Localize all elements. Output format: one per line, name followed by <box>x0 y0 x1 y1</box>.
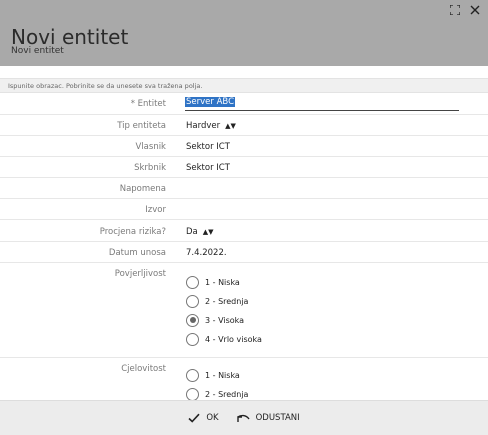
izvor-input[interactable] <box>186 205 456 217</box>
dialog-header: Novi entitet Novi entitet <box>0 0 488 66</box>
radio-label: 2 - Srednja <box>205 296 249 306</box>
tip-label: Tip entiteta <box>117 121 166 131</box>
tip-value: Hardver <box>186 121 221 131</box>
header-controls <box>449 4 480 18</box>
form-instructions: Ispunite obrazac. Pobrinite se da uneset… <box>0 78 488 93</box>
radio-label: 1 - Niska <box>205 370 240 380</box>
cancel-label: ODUSTANI <box>255 413 300 423</box>
field-row-vlasnik: Vlasnik Sektor ICT <box>0 136 488 157</box>
cjelovitost-label: Cjelovitost <box>121 364 166 374</box>
izvor-label: Izvor <box>145 205 166 215</box>
povjerljivost-option-2[interactable]: 2 - Srednja <box>186 294 248 308</box>
undo-icon <box>236 414 250 423</box>
field-row-skrbnik: Skrbnik Sektor ICT <box>0 157 488 178</box>
field-row-tip: Tip entiteta Hardver ▲▼ <box>0 115 488 136</box>
radio-label: 2 - Srednja <box>205 389 249 399</box>
field-row-napomena: Napomena <box>0 178 488 199</box>
napomena-input[interactable] <box>186 184 456 196</box>
field-row-izvor: Izvor <box>0 199 488 220</box>
tip-select[interactable]: Hardver ▲▼ <box>186 121 236 131</box>
procjena-value: Da <box>186 227 198 237</box>
procjena-label: Procjena rizika? <box>99 227 166 237</box>
ok-label: OK <box>206 413 219 423</box>
field-row-povjerljivost: Povjerljivost 1 - Niska 2 - Srednja 3 - … <box>0 263 488 358</box>
radio-circle-icon <box>186 332 199 346</box>
field-row-procjena: Procjena rizika? Da ▲▼ <box>0 220 488 242</box>
radio-checked-icon <box>186 313 199 327</box>
napomena-label: Napomena <box>119 184 166 194</box>
entitet-input[interactable]: Server ABC <box>185 95 459 111</box>
ok-button[interactable]: OK <box>188 413 219 423</box>
vlasnik-label: Vlasnik <box>135 142 167 152</box>
datum-label: Datum unosa <box>108 248 166 258</box>
radio-circle-icon <box>186 294 199 308</box>
checkmark-icon <box>188 413 200 423</box>
close-icon[interactable] <box>470 4 480 18</box>
select-arrows-icon: ▲▼ <box>202 228 214 236</box>
radio-circle-icon <box>186 275 199 289</box>
procjena-select[interactable]: Da ▲▼ <box>186 227 214 237</box>
field-row-cjelovitost: Cjelovitost 1 - Niska 2 - Srednja <box>0 358 488 400</box>
dialog-footer: OK ODUSTANI <box>0 400 488 435</box>
cjelovitost-option-1[interactable]: 1 - Niska <box>186 368 240 382</box>
field-row-datum: Datum unosa 7.4.2022. <box>0 242 488 263</box>
entity-form: * Entitet Server ABC Tip entiteta Hardve… <box>0 94 488 400</box>
skrbnik-label: Skrbnik <box>134 163 166 173</box>
entitet-value: Server ABC <box>185 97 236 107</box>
vlasnik-value[interactable]: Sektor ICT <box>186 142 230 152</box>
radio-label: 4 - Vrlo visoka <box>205 334 262 344</box>
select-arrows-icon: ▲▼ <box>225 122 236 130</box>
povjerljivost-option-1[interactable]: 1 - Niska <box>186 275 240 289</box>
cjelovitost-option-2[interactable]: 2 - Srednja <box>186 387 248 400</box>
radio-circle-icon <box>186 368 199 382</box>
entitet-label: * Entitet <box>130 99 166 109</box>
skrbnik-value[interactable]: Sektor ICT <box>186 163 230 173</box>
datum-value[interactable]: 7.4.2022. <box>186 248 227 258</box>
radio-label: 3 - Visoka <box>205 315 245 325</box>
povjerljivost-label: Povjerljivost <box>114 269 166 279</box>
cancel-button[interactable]: ODUSTANI <box>236 413 300 423</box>
radio-label: 1 - Niska <box>205 277 240 287</box>
dialog-subtitle: Novi entitet <box>11 46 64 56</box>
povjerljivost-option-3[interactable]: 3 - Visoka <box>186 313 244 327</box>
field-row-entitet: * Entitet Server ABC <box>0 94 488 115</box>
povjerljivost-option-4[interactable]: 4 - Vrlo visoka <box>186 332 262 346</box>
radio-circle-icon <box>186 387 199 400</box>
expand-icon[interactable] <box>449 4 461 18</box>
